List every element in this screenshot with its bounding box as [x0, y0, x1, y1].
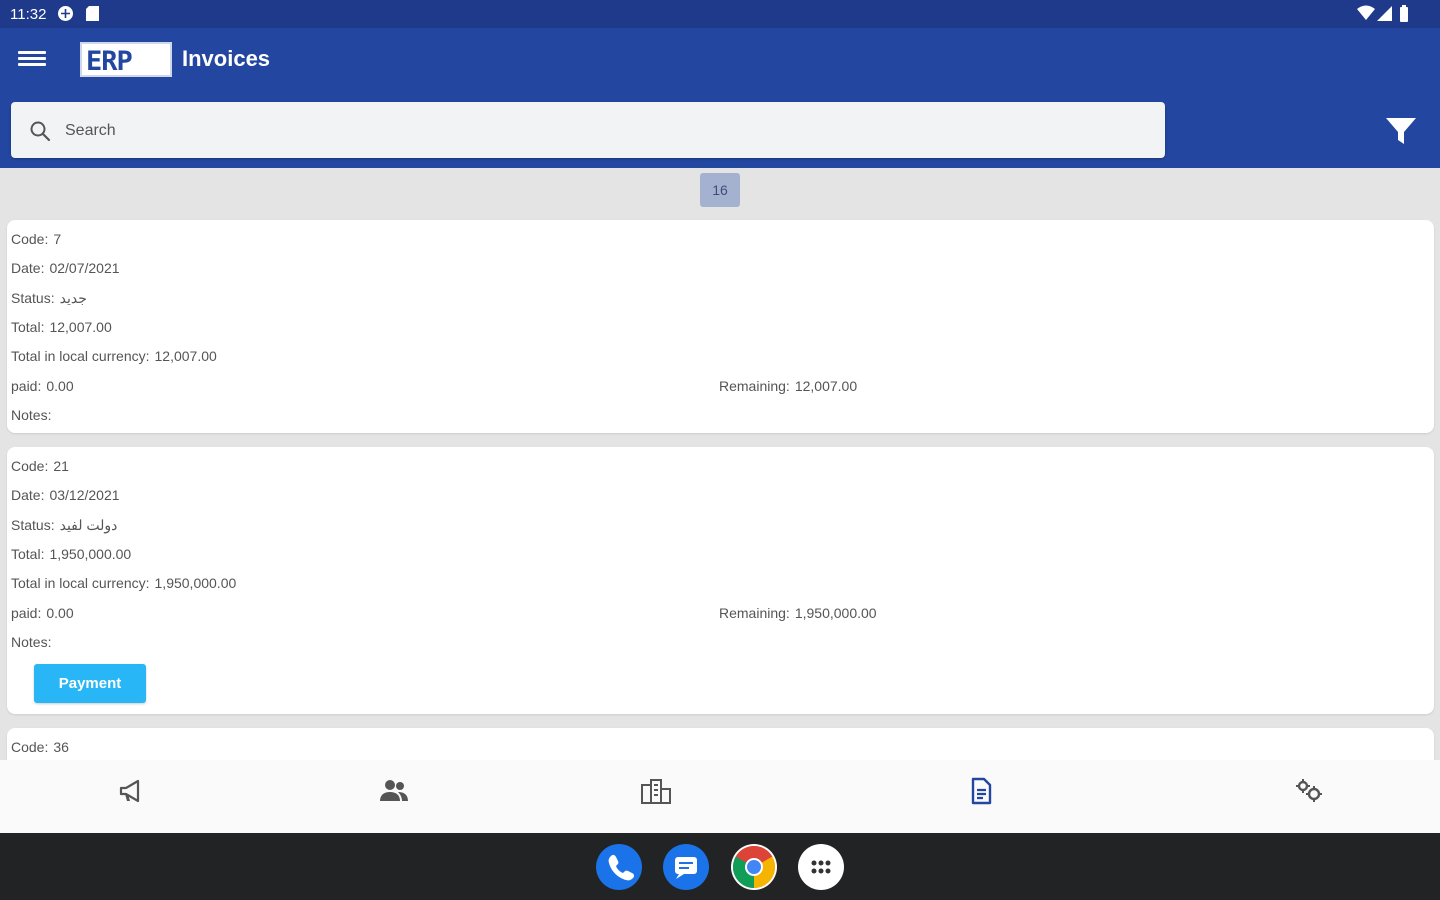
battery-icon	[1398, 5, 1410, 27]
total-row: Total: 1,950,000.00	[11, 546, 131, 562]
nav-customers[interactable]	[379, 777, 409, 810]
date-label: Date:	[11, 260, 45, 276]
results-count-badge: 16	[700, 173, 740, 207]
remaining-value: 12,007.00	[794, 378, 858, 394]
code-label: Code:	[11, 458, 49, 474]
total-label: Total:	[11, 319, 45, 335]
search-icon	[29, 120, 51, 147]
signal-icon	[1377, 5, 1393, 26]
remaining-label: Remaining:	[719, 605, 790, 621]
app-drawer-icon[interactable]	[798, 844, 844, 890]
logo-text: ERP	[86, 46, 133, 77]
total-local-value: 12,007.00	[154, 348, 217, 364]
remaining-row: Remaining: 12,007.00	[719, 378, 857, 394]
filter-button[interactable]	[1384, 116, 1418, 151]
total-label: Total:	[11, 546, 45, 562]
filter-icon	[1386, 118, 1416, 144]
hamburger-icon-bar	[18, 63, 46, 66]
erp-logo: ERP	[80, 42, 172, 77]
total-local-value: 1,950,000.00	[154, 575, 237, 591]
invoice-card[interactable]: Code: 7 Date: 02/07/2021 Status: جديد Total…	[7, 220, 1434, 433]
paid-row: paid: 0.00	[11, 605, 74, 621]
total-row: Total: 12,007.00	[11, 319, 112, 335]
total-local-label: Total in local currency:	[11, 575, 150, 591]
paid-value: 0.00	[46, 605, 74, 621]
status-label: Status:	[11, 290, 55, 306]
code-row: Code: 7	[11, 231, 61, 247]
menu-button[interactable]	[18, 48, 46, 72]
notes-label: Notes:	[11, 634, 52, 650]
date-row: Date: 02/07/2021	[11, 260, 120, 276]
notes-row: Notes:	[11, 407, 56, 423]
total-value: 12,007.00	[49, 319, 112, 335]
search-bar	[11, 102, 1165, 158]
code-label: Code:	[11, 739, 49, 755]
paid-row: paid: 0.00	[11, 378, 74, 394]
status-time: 11:32	[10, 6, 47, 23]
phone-app-icon[interactable]	[596, 844, 642, 890]
system-taskbar	[0, 833, 1440, 900]
megaphone-icon	[119, 779, 140, 803]
chrome-app-icon[interactable]	[731, 844, 777, 890]
status-row: Status: دولت لفيد	[11, 517, 117, 534]
notes-row: Notes:	[11, 634, 56, 650]
total-local-label: Total in local currency:	[11, 348, 150, 364]
messages-app-icon[interactable]	[663, 844, 709, 890]
buildings-icon	[641, 779, 671, 804]
people-icon	[380, 780, 408, 801]
remaining-label: Remaining:	[719, 378, 790, 394]
code-row: Code: 36	[11, 739, 69, 755]
paid-label: paid:	[11, 378, 42, 394]
code-value: 21	[53, 458, 69, 474]
status-value: جديد	[59, 290, 87, 306]
nav-invoices[interactable]	[968, 777, 994, 810]
status-value: دولت لفيد	[59, 517, 118, 533]
date-row: Date: 03/12/2021	[11, 487, 120, 503]
status-row: Status: جديد	[11, 290, 87, 307]
hamburger-icon-bar	[18, 51, 46, 54]
sd-card-icon	[85, 5, 100, 27]
code-row: Code: 21	[11, 458, 69, 474]
code-label: Code:	[11, 231, 49, 247]
nav-settings[interactable]	[1294, 777, 1324, 810]
paid-label: paid:	[11, 605, 42, 621]
total-local-row: Total in local currency: 12,007.00	[11, 348, 217, 364]
app-bar: ERP Invoices	[0, 28, 1440, 168]
notes-label: Notes:	[11, 407, 52, 423]
payment-button[interactable]: Payment	[34, 664, 146, 703]
status-bar: 11:32	[0, 0, 1440, 28]
page-title: Invoices	[182, 46, 271, 71]
nav-announcements[interactable]	[118, 777, 146, 810]
wifi-icon	[1357, 5, 1375, 26]
code-value: 36	[53, 739, 69, 755]
bottom-navigation	[0, 760, 1440, 833]
date-value: 02/07/2021	[49, 260, 120, 276]
total-value: 1,950,000.00	[49, 546, 132, 562]
paid-value: 0.00	[46, 378, 74, 394]
vpn-status-icon	[57, 5, 74, 27]
remaining-value: 1,950,000.00	[794, 605, 877, 621]
remaining-row: Remaining: 1,950,000.00	[719, 605, 877, 621]
search-input[interactable]	[63, 116, 1147, 146]
status-label: Status:	[11, 517, 55, 533]
total-local-row: Total in local currency: 1,950,000.00	[11, 575, 236, 591]
date-label: Date:	[11, 487, 45, 503]
hamburger-icon-bar	[18, 57, 46, 60]
settings-gears-icon	[1296, 779, 1322, 802]
nav-companies[interactable]	[640, 777, 672, 810]
invoice-card[interactable]: Code: 21 Date: 03/12/2021 Status: دولت لفيد…	[7, 447, 1434, 714]
code-value: 7	[53, 231, 62, 247]
invoice-document-icon	[971, 777, 992, 805]
date-value: 03/12/2021	[49, 487, 120, 503]
